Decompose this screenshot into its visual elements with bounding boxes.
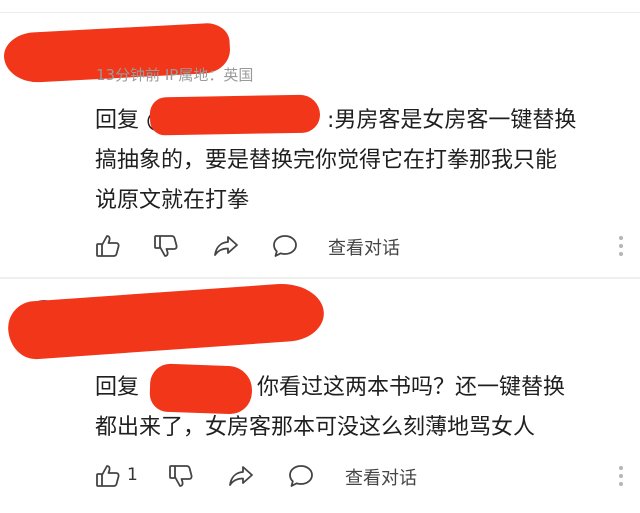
thumbs-down-icon[interactable] <box>152 232 180 260</box>
comment-line: 搞抽象的，要是替换完你觉得它在打拳那我只能 <box>95 148 558 173</box>
divider <box>0 277 640 279</box>
redacted-mention <box>149 94 321 136</box>
comment-bubble-icon[interactable] <box>271 232 299 260</box>
comment-line: 说原文就在打拳 <box>95 188 250 213</box>
like-count: 1 <box>127 465 138 485</box>
comment-thread: 13分钟前 IP属地：英国 回复 @ :男房客是女房客一键替换 搞抽象的，要是替… <box>0 0 640 513</box>
comment-actions: 1 查看对话 <box>94 462 624 492</box>
redacted-username <box>6 281 326 361</box>
thumbs-up-icon[interactable] <box>94 462 122 490</box>
comment-line: 都出来了，女房客那本可没这么刻薄地骂女人 <box>95 415 536 440</box>
share-icon[interactable] <box>212 232 240 260</box>
share-icon[interactable] <box>227 462 255 490</box>
more-vertical-icon[interactable] <box>618 236 624 258</box>
comment-line: :男房客是女房客一键替换 <box>327 108 577 133</box>
comment-meta: 13分钟前 IP属地：英国 <box>96 66 254 84</box>
view-conversation-link[interactable]: 查看对话 <box>345 464 417 490</box>
more-vertical-icon[interactable] <box>618 466 624 488</box>
comment-bubble-icon[interactable] <box>287 462 315 490</box>
reply-prefix: 回复 <box>95 375 140 400</box>
thumbs-up-icon[interactable] <box>94 232 122 260</box>
view-conversation-link[interactable]: 查看对话 <box>328 234 400 260</box>
comment-actions: 查看对话 <box>94 232 624 262</box>
comment-line: 你看过这两本书吗？还一键替换 <box>257 375 566 400</box>
thumbs-down-icon[interactable] <box>167 462 195 490</box>
divider <box>0 12 640 13</box>
